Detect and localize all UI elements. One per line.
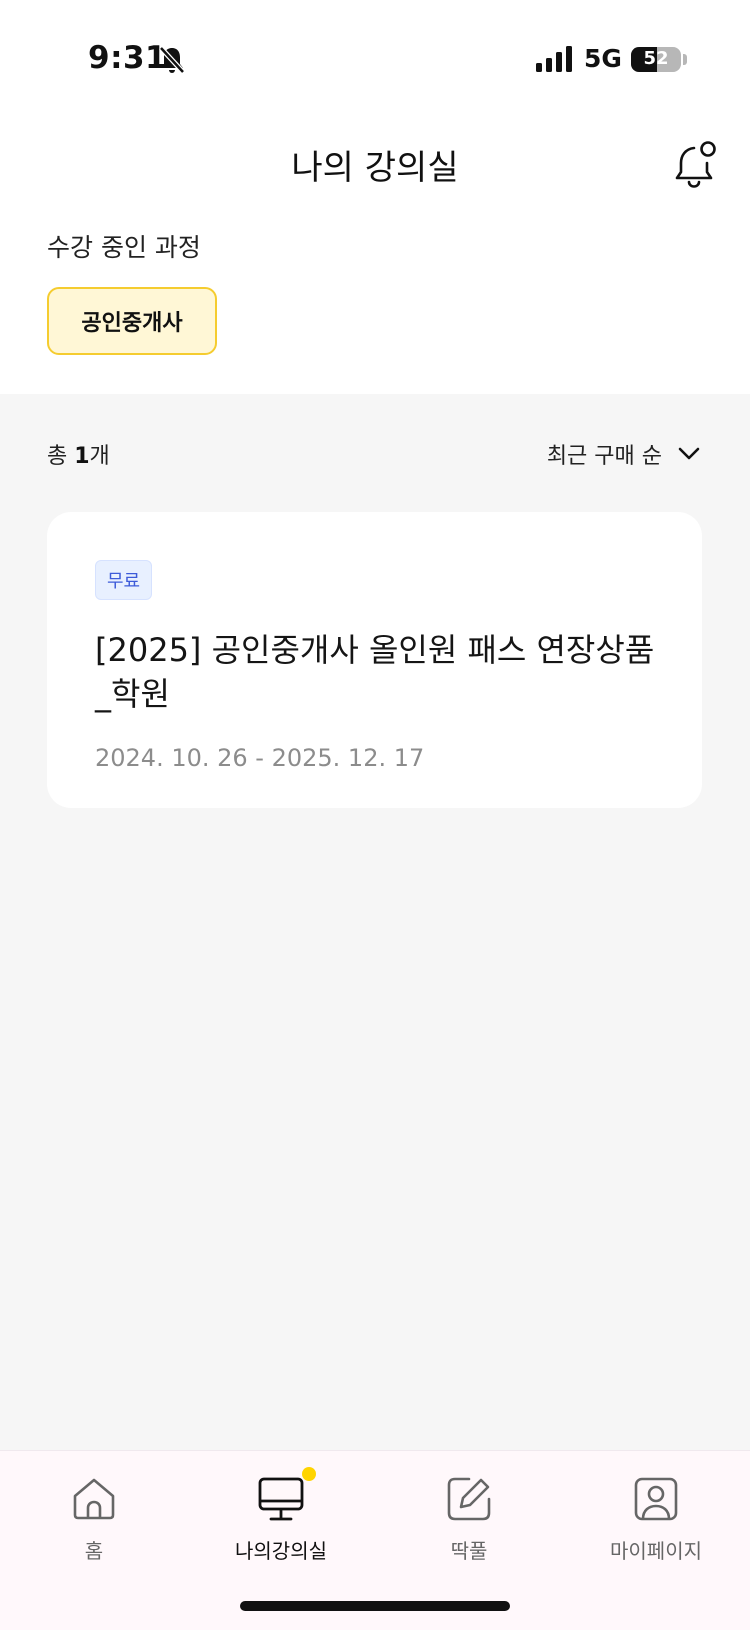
nav-label-home: 홈	[84, 1539, 104, 1563]
category-chip-realtor[interactable]: 공인중개사	[47, 287, 217, 355]
nav-label-my-page: 마이페이지	[610, 1539, 702, 1563]
chevron-down-icon	[678, 447, 700, 460]
profile-icon	[634, 1477, 678, 1521]
cellular-signal-icon	[536, 46, 572, 72]
nav-item-home[interactable]: 홈	[0, 1451, 188, 1591]
sort-dropdown[interactable]: 최근 구매 순	[547, 438, 700, 470]
course-count: 총 1개	[47, 438, 110, 470]
monitor-icon	[258, 1477, 304, 1521]
notification-bell-icon[interactable]	[674, 138, 724, 190]
nav-item-my-page[interactable]: 마이페이지	[562, 1451, 750, 1591]
course-card[interactable]: 무료 [2025] 공인중개사 올인원 패스 연장상품_학원 2024. 10.…	[47, 512, 702, 808]
course-list-area: 총 1개 최근 구매 순 무료 [2025] 공인중개사 올인원 패스 연장상품…	[0, 394, 750, 1450]
status-bar: 9:31 5G 52	[0, 0, 750, 120]
nav-label-ddakpul: 딱풀	[450, 1539, 488, 1563]
home-indicator[interactable]	[240, 1601, 510, 1611]
nav-label-my-classroom: 나의강의실	[235, 1539, 327, 1563]
my-classroom-screen: 9:31 5G 52 나의 강의실 수강 중인 과정 공인중개사 총 1개 최근…	[0, 0, 750, 1630]
count-suffix: 개	[89, 444, 110, 469]
status-time: 9:31	[88, 40, 168, 76]
network-type: 5G	[584, 44, 622, 73]
free-badge: 무료	[95, 560, 153, 600]
count-prefix: 총	[47, 444, 75, 469]
sort-label: 최근 구매 순	[546, 444, 662, 469]
nav-item-my-classroom[interactable]: 나의강의실	[187, 1451, 375, 1591]
battery-tip	[683, 54, 687, 65]
nav-item-ddakpul[interactable]: 딱풀	[375, 1451, 563, 1591]
course-title: [2025] 공인중개사 올인원 패스 연장상품_학원	[95, 631, 655, 713]
count-value: 1	[74, 444, 90, 469]
notification-dot	[302, 1467, 316, 1481]
battery-level: 52	[643, 48, 669, 69]
home-icon	[73, 1478, 115, 1520]
bell-off-icon	[159, 46, 185, 74]
course-period: 2024. 10. 26 - 2025. 12. 17	[95, 744, 425, 772]
section-label: 수강 중인 과정	[47, 233, 201, 262]
page-title: 나의 강의실	[291, 148, 459, 188]
battery-icon: 52	[631, 47, 681, 72]
edit-icon	[447, 1477, 491, 1521]
